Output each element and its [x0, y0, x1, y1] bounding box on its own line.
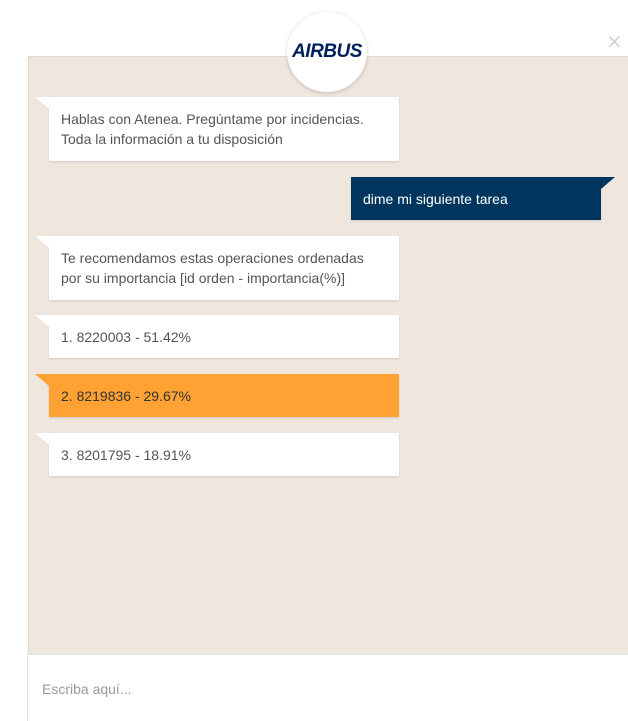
airbus-logo: AIRBUS — [287, 12, 367, 92]
bot-message-greeting: Hablas con Atenea. Pregúntame por incide… — [35, 97, 399, 161]
logo-text: AIRBUS — [292, 41, 362, 62]
message-input[interactable] — [40, 675, 604, 703]
bot-message-option-2[interactable]: 2. 8219836 - 29.67% — [35, 374, 399, 417]
message-text: dime mi siguiente tarea — [363, 191, 508, 207]
close-icon[interactable]: × — [606, 31, 623, 51]
message-text: 3. 8201795 - 18.91% — [61, 447, 191, 463]
bot-message-option-1[interactable]: 1. 8220003 - 51.42% — [35, 315, 399, 358]
message-text: Hablas con Atenea. Pregúntame por incide… — [61, 111, 364, 147]
message-text: Te recomendamos estas operaciones ordena… — [61, 250, 364, 286]
message-text: 1. 8220003 - 51.42% — [61, 329, 191, 345]
bot-message-recommendation: Te recomendamos estas operaciones ordena… — [35, 236, 399, 300]
bot-message-option-3[interactable]: 3. 8201795 - 18.91% — [35, 433, 399, 476]
user-message: dime mi siguiente tarea — [351, 177, 615, 220]
message-text: 2. 8219836 - 29.67% — [61, 388, 191, 404]
message-input-bar — [27, 654, 628, 721]
